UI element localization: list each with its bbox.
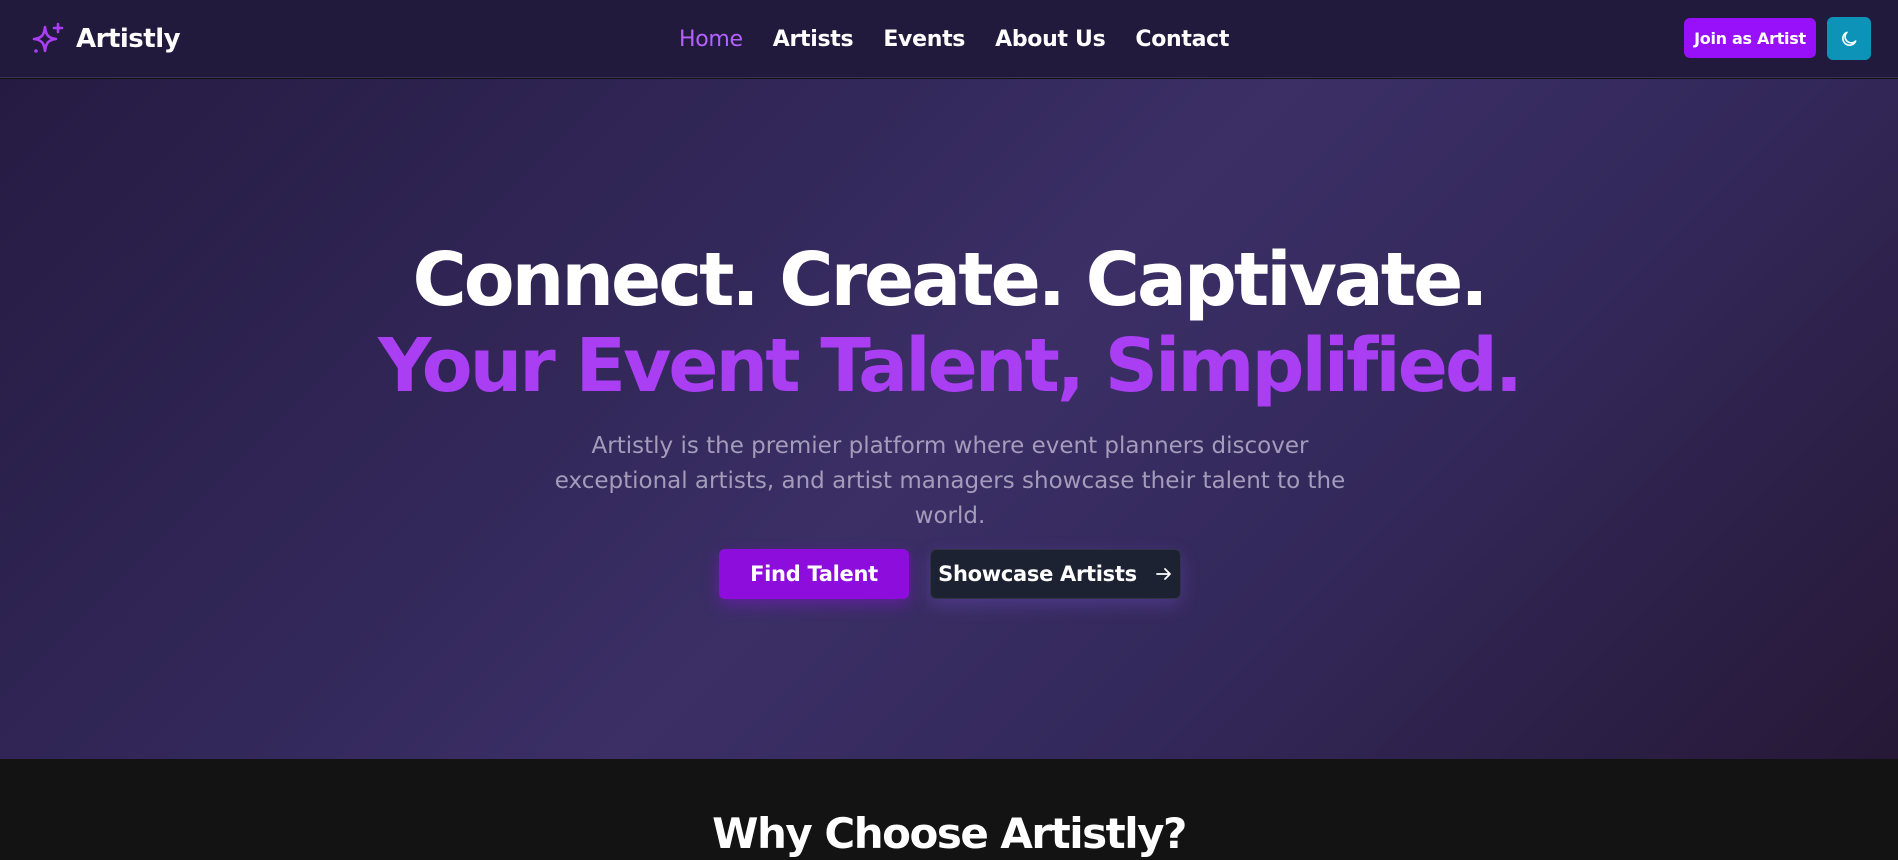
hero-section: Connect. Create. Captivate. Your Event T… [0, 79, 1898, 759]
hero-cta-group: Find Talent Showcase Artists [0, 549, 1898, 599]
find-talent-button[interactable]: Find Talent [719, 549, 909, 599]
nav-artists[interactable]: Artists [773, 27, 854, 52]
moon-icon [1842, 31, 1857, 46]
hero-tagline: Your Event Talent, Simplified. [377, 323, 1523, 409]
brand-logo[interactable]: Artistly [30, 20, 181, 58]
join-as-artist-button[interactable]: Join as Artist [1684, 18, 1816, 58]
sparkle-icon [32, 22, 64, 53]
brand-name: Artistly [76, 24, 181, 54]
main-nav: Home Artists Events About Us Contact [679, 24, 1229, 54]
nav-events[interactable]: Events [883, 27, 965, 52]
features-section: Why Choose Artistly? [0, 759, 1898, 860]
hero-headline: Connect. Create. Captivate. [412, 237, 1489, 323]
top-navbar: Artistly Home Artists Events About Us Co… [0, 0, 1898, 78]
arrow-right-icon [1155, 568, 1171, 580]
theme-toggle-button[interactable] [1827, 17, 1871, 60]
nav-home[interactable]: Home [679, 27, 743, 52]
features-heading: Why Choose Artistly? [712, 809, 1187, 858]
hero-description: Artistly is the premier platform where e… [554, 433, 1346, 529]
nav-about-us[interactable]: About Us [995, 27, 1106, 52]
showcase-artists-label: Showcase Artists [938, 562, 1137, 586]
nav-contact[interactable]: Contact [1135, 27, 1229, 52]
showcase-artists-button[interactable]: Showcase Artists [930, 549, 1181, 599]
